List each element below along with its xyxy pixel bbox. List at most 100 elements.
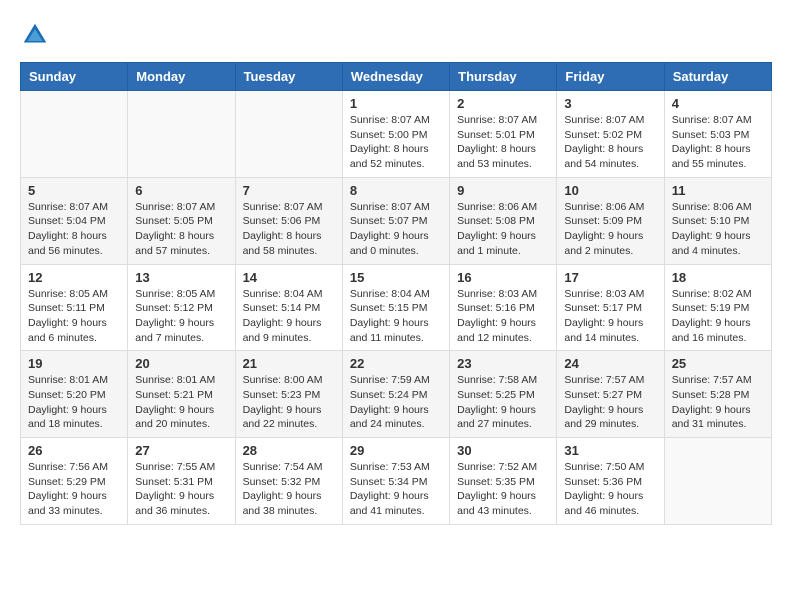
calendar-week-row: 5Sunrise: 8:07 AM Sunset: 5:04 PM Daylig…: [21, 177, 772, 264]
calendar-cell: 18 Sunrise: 8:02 AM Sunset: 5:19 PM Dayli…: [664, 264, 771, 351]
calendar-cell: 17 Sunrise: 8:03 AM Sunset: 5:17 PM Dayli…: [557, 264, 664, 351]
calendar-cell: 25 Sunrise: 7:57 AM Sunset: 5:28 PM Dayli…: [664, 351, 771, 438]
day-number: 21: [243, 356, 335, 371]
day-number: 9: [457, 183, 549, 198]
calendar-week-row: 1Sunrise: 8:07 AM Sunset: 5:00 PM Daylig…: [21, 91, 772, 178]
calendar-cell: 5Sunrise: 8:07 AM Sunset: 5:04 PM Daylig…: [21, 177, 128, 264]
calendar-cell: 8 Sunrise: 8:07 AM Sunset: 5:07 PM Daylig…: [342, 177, 449, 264]
calendar-cell: [235, 91, 342, 178]
day-info: Sunrise: 8:01 AM Sunset: 5:21 PM Dayligh…: [135, 373, 227, 432]
calendar-table: SundayMondayTuesdayWednesdayThursdayFrid…: [20, 62, 772, 525]
day-info: Sunrise: 7:53 AM Sunset: 5:34 PM Dayligh…: [350, 460, 442, 519]
day-number: 22: [350, 356, 442, 371]
day-info: Sunrise: 8:02 AM Sunset: 5:19 PM Dayligh…: [672, 287, 764, 346]
day-number: 6: [135, 183, 227, 198]
calendar-cell: 24Sunrise: 7:57 AM Sunset: 5:27 PM Dayli…: [557, 351, 664, 438]
weekday-header: Thursday: [450, 63, 557, 91]
day-number: 19: [28, 356, 120, 371]
day-number: 12: [28, 270, 120, 285]
day-info: Sunrise: 8:07 AM Sunset: 5:00 PM Dayligh…: [350, 113, 442, 172]
day-number: 30: [457, 443, 549, 458]
day-info: Sunrise: 7:54 AM Sunset: 5:32 PM Dayligh…: [243, 460, 335, 519]
weekday-header: Sunday: [21, 63, 128, 91]
calendar-cell: [21, 91, 128, 178]
day-number: 29: [350, 443, 442, 458]
weekday-header: Tuesday: [235, 63, 342, 91]
calendar-cell: 4 Sunrise: 8:07 AM Sunset: 5:03 PM Daylig…: [664, 91, 771, 178]
day-number: 16: [457, 270, 549, 285]
day-info: Sunrise: 8:07 AM Sunset: 5:07 PM Dayligh…: [350, 200, 442, 259]
calendar-cell: 9 Sunrise: 8:06 AM Sunset: 5:08 PM Daylig…: [450, 177, 557, 264]
day-info: Sunrise: 7:56 AM Sunset: 5:29 PM Dayligh…: [28, 460, 120, 519]
calendar-cell: [664, 438, 771, 525]
weekday-header: Monday: [128, 63, 235, 91]
calendar-cell: 30 Sunrise: 7:52 AM Sunset: 5:35 PM Dayli…: [450, 438, 557, 525]
day-number: 26: [28, 443, 120, 458]
day-number: 28: [243, 443, 335, 458]
calendar-cell: 19Sunrise: 8:01 AM Sunset: 5:20 PM Dayli…: [21, 351, 128, 438]
calendar-cell: 15 Sunrise: 8:04 AM Sunset: 5:15 PM Dayli…: [342, 264, 449, 351]
day-info: Sunrise: 8:04 AM Sunset: 5:14 PM Dayligh…: [243, 287, 335, 346]
day-info: Sunrise: 8:07 AM Sunset: 5:02 PM Dayligh…: [564, 113, 656, 172]
calendar-cell: 13 Sunrise: 8:05 AM Sunset: 5:12 PM Dayli…: [128, 264, 235, 351]
day-info: Sunrise: 8:03 AM Sunset: 5:17 PM Dayligh…: [564, 287, 656, 346]
calendar-week-row: 19Sunrise: 8:01 AM Sunset: 5:20 PM Dayli…: [21, 351, 772, 438]
day-info: Sunrise: 7:59 AM Sunset: 5:24 PM Dayligh…: [350, 373, 442, 432]
day-number: 14: [243, 270, 335, 285]
weekday-header: Wednesday: [342, 63, 449, 91]
day-info: Sunrise: 7:57 AM Sunset: 5:28 PM Dayligh…: [672, 373, 764, 432]
day-info: Sunrise: 7:58 AM Sunset: 5:25 PM Dayligh…: [457, 373, 549, 432]
day-info: Sunrise: 8:05 AM Sunset: 5:12 PM Dayligh…: [135, 287, 227, 346]
day-info: Sunrise: 8:06 AM Sunset: 5:08 PM Dayligh…: [457, 200, 549, 259]
page-header: [20, 20, 772, 50]
day-info: Sunrise: 8:04 AM Sunset: 5:15 PM Dayligh…: [350, 287, 442, 346]
day-info: Sunrise: 8:07 AM Sunset: 5:06 PM Dayligh…: [243, 200, 335, 259]
day-info: Sunrise: 7:57 AM Sunset: 5:27 PM Dayligh…: [564, 373, 656, 432]
day-info: Sunrise: 8:06 AM Sunset: 5:10 PM Dayligh…: [672, 200, 764, 259]
calendar-cell: 31 Sunrise: 7:50 AM Sunset: 5:36 PM Dayli…: [557, 438, 664, 525]
day-number: 20: [135, 356, 227, 371]
day-info: Sunrise: 7:50 AM Sunset: 5:36 PM Dayligh…: [564, 460, 656, 519]
day-number: 23: [457, 356, 549, 371]
weekday-header: Friday: [557, 63, 664, 91]
calendar-cell: 3Sunrise: 8:07 AM Sunset: 5:02 PM Daylig…: [557, 91, 664, 178]
calendar-week-row: 26 Sunrise: 7:56 AM Sunset: 5:29 PM Dayli…: [21, 438, 772, 525]
day-info: Sunrise: 8:07 AM Sunset: 5:04 PM Dayligh…: [28, 200, 120, 259]
calendar-cell: 6 Sunrise: 8:07 AM Sunset: 5:05 PM Daylig…: [128, 177, 235, 264]
day-info: Sunrise: 7:55 AM Sunset: 5:31 PM Dayligh…: [135, 460, 227, 519]
day-number: 13: [135, 270, 227, 285]
calendar-cell: 20 Sunrise: 8:01 AM Sunset: 5:21 PM Dayli…: [128, 351, 235, 438]
day-number: 7: [243, 183, 335, 198]
calendar-cell: 29 Sunrise: 7:53 AM Sunset: 5:34 PM Dayli…: [342, 438, 449, 525]
day-number: 11: [672, 183, 764, 198]
day-number: 25: [672, 356, 764, 371]
calendar-cell: 26 Sunrise: 7:56 AM Sunset: 5:29 PM Dayli…: [21, 438, 128, 525]
calendar-cell: 16Sunrise: 8:03 AM Sunset: 5:16 PM Dayli…: [450, 264, 557, 351]
weekday-header-row: SundayMondayTuesdayWednesdayThursdayFrid…: [21, 63, 772, 91]
day-info: Sunrise: 7:52 AM Sunset: 5:35 PM Dayligh…: [457, 460, 549, 519]
calendar-cell: 11 Sunrise: 8:06 AM Sunset: 5:10 PM Dayli…: [664, 177, 771, 264]
calendar-cell: 1Sunrise: 8:07 AM Sunset: 5:00 PM Daylig…: [342, 91, 449, 178]
day-info: Sunrise: 8:07 AM Sunset: 5:03 PM Dayligh…: [672, 113, 764, 172]
day-info: Sunrise: 8:07 AM Sunset: 5:05 PM Dayligh…: [135, 200, 227, 259]
day-number: 8: [350, 183, 442, 198]
calendar-cell: [128, 91, 235, 178]
calendar-week-row: 12 Sunrise: 8:05 AM Sunset: 5:11 PM Dayli…: [21, 264, 772, 351]
logo: [20, 20, 54, 50]
day-number: 18: [672, 270, 764, 285]
day-info: Sunrise: 8:05 AM Sunset: 5:11 PM Dayligh…: [28, 287, 120, 346]
calendar-cell: 10Sunrise: 8:06 AM Sunset: 5:09 PM Dayli…: [557, 177, 664, 264]
day-number: 4: [672, 96, 764, 111]
day-number: 15: [350, 270, 442, 285]
calendar-cell: 28 Sunrise: 7:54 AM Sunset: 5:32 PM Dayli…: [235, 438, 342, 525]
calendar-cell: 22 Sunrise: 7:59 AM Sunset: 5:24 PM Dayli…: [342, 351, 449, 438]
day-number: 17: [564, 270, 656, 285]
calendar-cell: 21Sunrise: 8:00 AM Sunset: 5:23 PM Dayli…: [235, 351, 342, 438]
day-number: 27: [135, 443, 227, 458]
day-info: Sunrise: 8:06 AM Sunset: 5:09 PM Dayligh…: [564, 200, 656, 259]
day-number: 2: [457, 96, 549, 111]
day-number: 31: [564, 443, 656, 458]
day-info: Sunrise: 8:07 AM Sunset: 5:01 PM Dayligh…: [457, 113, 549, 172]
calendar-cell: 7 Sunrise: 8:07 AM Sunset: 5:06 PM Daylig…: [235, 177, 342, 264]
calendar-cell: 14 Sunrise: 8:04 AM Sunset: 5:14 PM Dayli…: [235, 264, 342, 351]
